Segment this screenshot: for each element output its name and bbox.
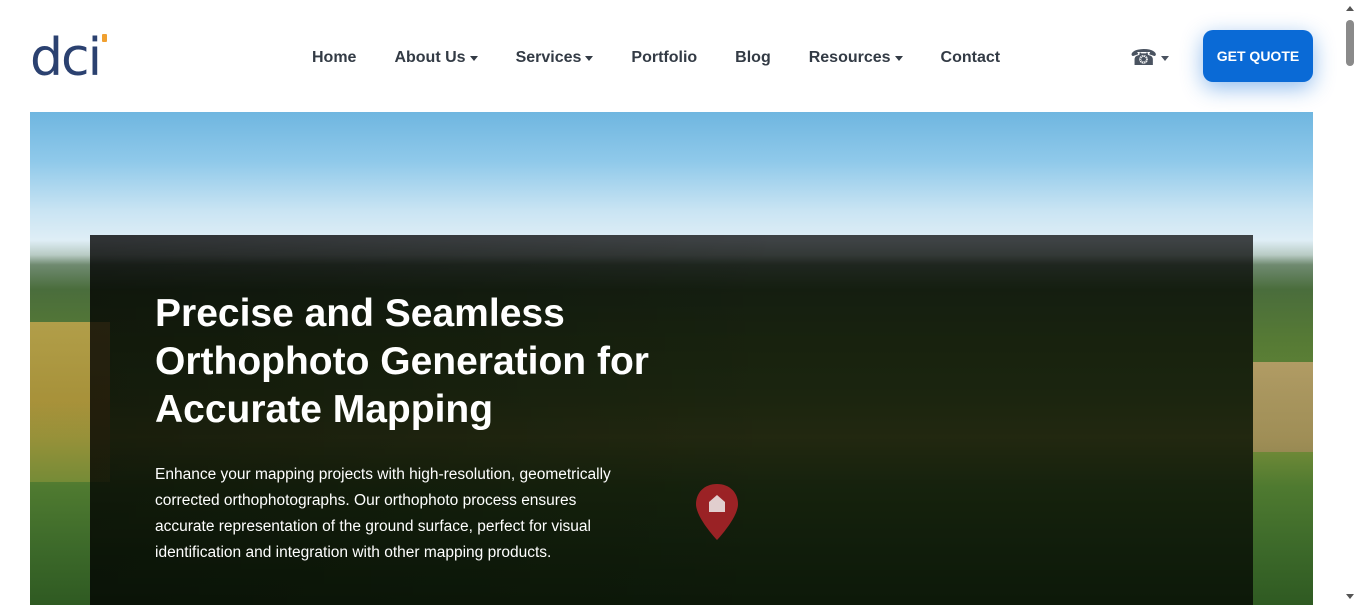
chevron-down-icon: [469, 56, 478, 61]
chevron-down-icon: [585, 56, 594, 61]
hero-banner: Precise and Seamless Orthophoto Generati…: [30, 112, 1313, 605]
page-scrollbar[interactable]: [1342, 0, 1358, 605]
nav-item-contact[interactable]: Contact: [922, 44, 1020, 72]
hero-description: Enhance your mapping projects with high-…: [155, 466, 611, 561]
logo[interactable]: dci: [30, 28, 107, 88]
logo-accent-dot: [102, 34, 107, 42]
site-header: dci Home About Us Services Portfolio Blo…: [0, 0, 1342, 112]
nav-item-blog[interactable]: Blog: [716, 44, 790, 72]
nav-item-services[interactable]: Services: [497, 44, 613, 72]
chevron-down-icon: [894, 56, 903, 61]
phone-dropdown[interactable]: ☎: [1130, 44, 1170, 72]
nav-item-home[interactable]: Home: [293, 44, 375, 72]
scroll-down-icon[interactable]: [1346, 594, 1354, 599]
hero-title: Precise and Seamless Orthophoto Generati…: [155, 292, 649, 431]
chevron-down-icon: [1161, 56, 1170, 61]
nav-item-label: Services: [515, 49, 582, 66]
map-pin-icon: [696, 484, 738, 540]
nav-item-label: Resources: [808, 49, 891, 66]
get-quote-button[interactable]: GET QUOTE: [1203, 30, 1313, 82]
nav-item-about-us[interactable]: About Us: [375, 44, 496, 72]
nav-item-label: About Us: [394, 49, 466, 66]
hero-background-field: [1253, 362, 1313, 452]
nav-item-label: Contact: [940, 49, 1001, 66]
nav-item-label: Home: [312, 49, 357, 66]
logo-text: dci: [30, 28, 102, 88]
nav-item-label: Portfolio: [631, 49, 698, 66]
scrollbar-thumb[interactable]: [1346, 20, 1354, 66]
nav-item-portfolio[interactable]: Portfolio: [612, 44, 716, 72]
nav-item-resources[interactable]: Resources: [790, 44, 922, 72]
telephone-icon: ☎: [1130, 45, 1158, 70]
scroll-up-icon[interactable]: [1346, 6, 1354, 11]
nav-item-label: Blog: [735, 49, 771, 66]
main-nav: Home About Us Services Portfolio Blog Re…: [293, 44, 1019, 72]
page: dci Home About Us Services Portfolio Blo…: [0, 0, 1358, 605]
